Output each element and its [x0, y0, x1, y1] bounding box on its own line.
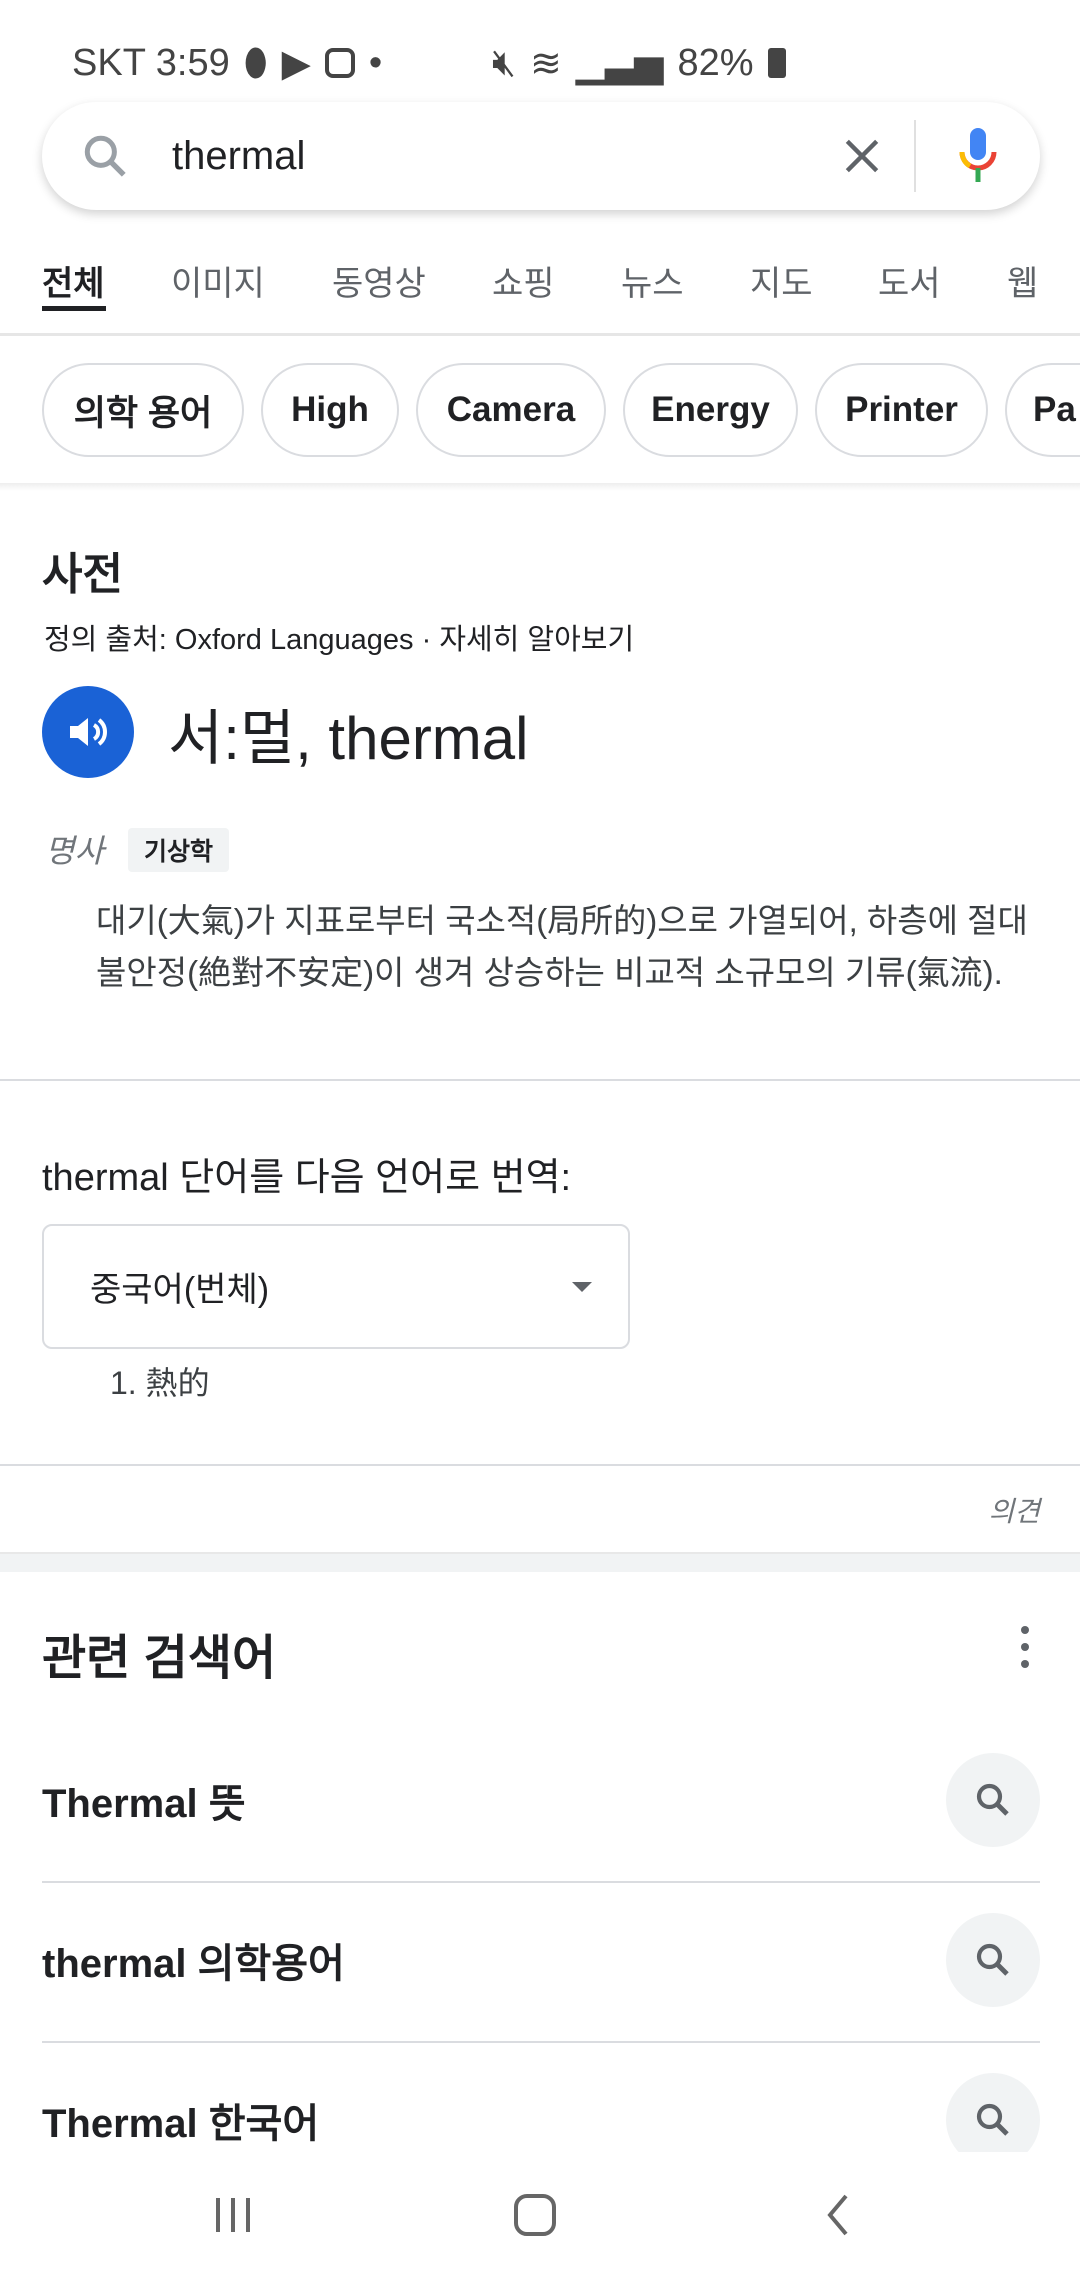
status-bar: SKT 3:59 ⬮ ▶ • 🔇︎ ≋ ▁▃▅ 82% [72, 38, 1020, 88]
dot-icon: • [368, 41, 383, 84]
divider [0, 483, 1080, 491]
learn-more-link[interactable]: 자세히 알아보기 [439, 624, 634, 656]
translation-result: 1. 熱的 [110, 1365, 210, 1401]
play-icon: ▶ [281, 42, 311, 85]
chip[interactable]: Pa [1005, 363, 1080, 457]
tab-maps[interactable]: 지도 [750, 256, 813, 305]
wifi-icon: ≋ [529, 42, 562, 85]
feedback-link[interactable]: 의견 [988, 1490, 1040, 1530]
related-item-label: Thermal 뜻 [42, 1782, 246, 1826]
separator: · [413, 624, 440, 656]
search-input[interactable]: thermal [172, 134, 840, 179]
section-separator [0, 1552, 1080, 1572]
chip[interactable]: Energy [623, 363, 798, 457]
domain-tag: 기상학 [128, 828, 230, 872]
search-tabs: 전체 이미지 동영상 쇼핑 뉴스 지도 도서 웹 [0, 250, 1080, 336]
signal-icon: ▁▃▅ [575, 42, 664, 85]
divider [0, 1079, 1080, 1081]
dictionary-source: 정의 출처: Oxford Languages · 자세히 알아보기 [44, 616, 634, 658]
selected-language: 중국어(번체) [90, 1271, 270, 1309]
mute-icon: 🔇︎ [492, 41, 516, 84]
back-icon[interactable] [820, 2190, 856, 2240]
search-icon[interactable] [946, 1913, 1040, 2007]
definition: 대기(大氣)가 지표로부터 국소적(局所的)으로 가열되어, 하층에 절대 불안… [96, 902, 1028, 991]
oxford-link[interactable]: Oxford Languages [175, 624, 414, 656]
tab-shopping[interactable]: 쇼핑 [492, 256, 555, 305]
speaker-icon [70, 718, 107, 746]
active-tab-indicator [42, 306, 106, 311]
battery-level: 82% [677, 41, 754, 84]
carrier-time: SKT 3:59 [72, 41, 230, 84]
language-select[interactable]: 중국어(번체) [42, 1224, 630, 1349]
related-item-label: thermal 의학용어 [42, 1942, 345, 1986]
translate-label: thermal 단어를 다음 언어로 번역: [42, 1157, 572, 1199]
tab-news[interactable]: 뉴스 [621, 256, 684, 305]
dictionary-word: 서:멀, thermal [168, 705, 529, 772]
related-item[interactable]: thermal 의학용어 [42, 1880, 1040, 2040]
clear-icon[interactable] [840, 134, 884, 178]
search-icon[interactable] [80, 131, 130, 181]
search-icon[interactable] [946, 1753, 1040, 1847]
recent-apps-icon[interactable] [212, 2190, 254, 2240]
tab-videos[interactable]: 동영상 [332, 256, 426, 305]
mic-icon[interactable] [956, 126, 1000, 186]
dropdown-arrow-icon [572, 1282, 592, 1292]
part-of-speech: 명사 [45, 833, 104, 869]
chip[interactable]: 의학 용어 [42, 363, 244, 457]
divider [914, 120, 916, 192]
search-bar[interactable]: thermal [42, 102, 1040, 210]
tab-images[interactable]: 이미지 [171, 256, 265, 305]
chip[interactable]: High [261, 363, 399, 457]
tab-all[interactable]: 전체 [42, 256, 105, 305]
home-icon[interactable] [512, 2190, 558, 2240]
navigation-bar [0, 2152, 1080, 2280]
more-options-icon[interactable] [1010, 1622, 1040, 1672]
related-item[interactable]: Thermal 뜻 [42, 1720, 1040, 1880]
battery-charging-icon [767, 48, 786, 78]
related-searches-title: 관련 검색어 [42, 1632, 277, 1685]
tab-web[interactable]: 웹 [1007, 256, 1038, 305]
source-prefix: 정의 출처: [44, 624, 167, 656]
instagram-icon [324, 48, 355, 78]
dictionary-heading: 사전 [42, 550, 123, 599]
chip-row: 의학 용어 High Camera Energy Printer Pa [0, 363, 1080, 459]
divider [0, 1464, 1080, 1466]
related-item-label: Thermal 한국어 [42, 2102, 320, 2146]
pill-icon: ⬮ [243, 41, 268, 84]
chip[interactable]: Camera [416, 363, 606, 457]
tab-books[interactable]: 도서 [878, 256, 941, 305]
pronounce-button[interactable] [42, 686, 134, 778]
chip[interactable]: Printer [815, 363, 988, 457]
